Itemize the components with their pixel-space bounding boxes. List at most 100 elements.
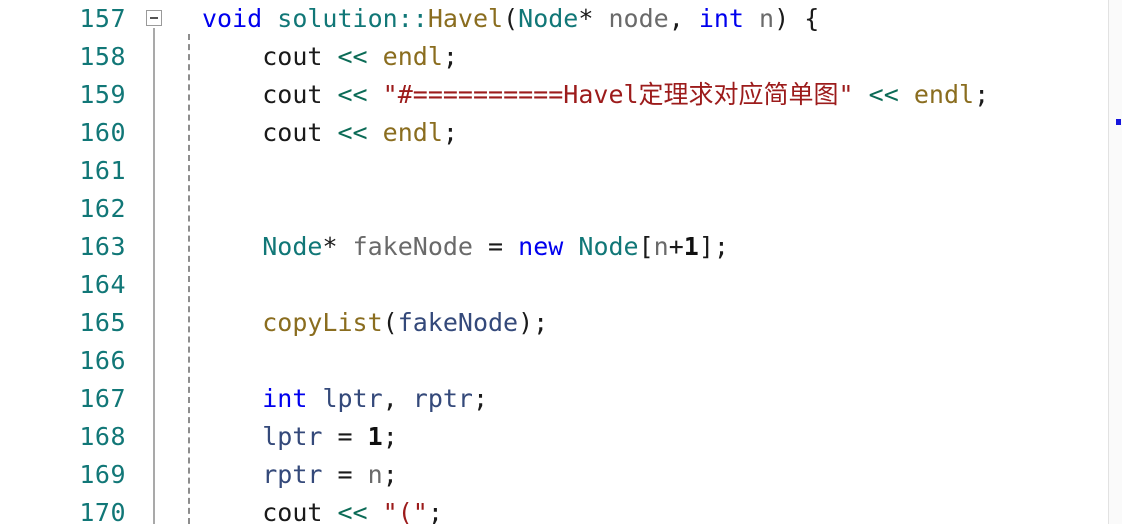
code-token: ( xyxy=(382,308,398,337)
code-line[interactable] xyxy=(172,342,1122,380)
line-number[interactable]: 166 xyxy=(0,342,140,380)
code-token: n xyxy=(759,4,775,33)
code-line[interactable]: cout << "("; xyxy=(172,494,1122,524)
code-token: 1 xyxy=(367,422,383,451)
code-token: 1 xyxy=(683,232,699,261)
code-token: rptr xyxy=(262,460,323,489)
code-line[interactable]: cout << endl; xyxy=(172,114,1122,152)
scrollbar-change-marker[interactable] xyxy=(1116,119,1121,125)
code-token: int xyxy=(698,4,744,33)
code-line[interactable]: cout << endl; xyxy=(172,38,1122,76)
code-line[interactable]: lptr = 1; xyxy=(172,418,1122,456)
code-token: rptr xyxy=(412,384,473,413)
line-number[interactable]: 162 xyxy=(0,190,140,228)
line-number[interactable]: 167 xyxy=(0,380,140,418)
code-token: ]; xyxy=(698,232,729,261)
code-token: cout xyxy=(262,498,323,524)
code-token: node xyxy=(608,4,669,33)
code-token: ; xyxy=(382,460,398,489)
code-line[interactable] xyxy=(172,152,1122,190)
code-token: ; xyxy=(974,80,990,109)
code-folding-gutter[interactable] xyxy=(140,0,172,524)
code-token: lptr xyxy=(322,384,383,413)
line-number[interactable]: 160 xyxy=(0,114,140,152)
code-token: * xyxy=(322,232,338,261)
line-number[interactable]: 168 xyxy=(0,418,140,456)
fold-collapse-minus-icon[interactable] xyxy=(146,10,162,26)
code-token: n xyxy=(367,460,383,489)
line-number[interactable]: 158 xyxy=(0,38,140,76)
code-token: << xyxy=(337,118,368,147)
code-token: copyList xyxy=(262,308,383,337)
code-token: << xyxy=(868,80,899,109)
code-token: + xyxy=(668,232,684,261)
line-number[interactable]: 161 xyxy=(0,152,140,190)
code-token: void xyxy=(202,4,263,33)
code-token: << xyxy=(337,42,368,71)
code-line[interactable]: rptr = n; xyxy=(172,456,1122,494)
code-editor[interactable]: 157 158 159 160 161 162 163 164 165 166 167 168 169 1… xyxy=(0,0,1122,527)
indent-guide xyxy=(188,34,190,524)
code-token: n xyxy=(653,232,669,261)
code-token: ) { xyxy=(774,4,820,33)
fold-region-guide xyxy=(153,28,155,524)
code-token: "(" xyxy=(382,498,428,524)
line-number-gutter[interactable]: 157 158 159 160 161 162 163 164 165 166 167 168 169 1… xyxy=(0,0,140,527)
code-token: endl xyxy=(913,80,975,109)
code-line[interactable]: void solution::Havel(Node* node, int n) … xyxy=(172,0,1122,38)
code-line[interactable]: cout << "#==========Havel定理求对应简单图" << en… xyxy=(172,76,1122,114)
code-line[interactable]: copyList(fakeNode); xyxy=(172,304,1122,342)
line-number[interactable]: 164 xyxy=(0,266,140,304)
code-line[interactable]: int lptr, rptr; xyxy=(172,380,1122,418)
code-token: ; xyxy=(442,42,458,71)
code-line[interactable] xyxy=(172,190,1122,228)
code-token: cout xyxy=(262,118,323,147)
line-number[interactable]: 169 xyxy=(0,456,140,494)
code-token: :: xyxy=(397,4,428,33)
code-token: fakeNode xyxy=(352,232,473,261)
code-content-area[interactable]: void solution::Havel(Node* node, int n) … xyxy=(172,0,1122,524)
line-number[interactable]: 165 xyxy=(0,304,140,342)
code-token: fakeNode xyxy=(397,308,519,337)
code-line[interactable] xyxy=(172,266,1122,304)
code-token: Havel xyxy=(427,4,504,33)
code-token: << xyxy=(337,80,368,109)
code-token: cout xyxy=(262,42,323,71)
code-token: solution xyxy=(277,4,398,33)
code-token: ( xyxy=(503,4,519,33)
line-number[interactable]: 170 xyxy=(0,494,140,532)
code-token: << xyxy=(337,498,368,524)
code-token: , xyxy=(382,384,413,413)
code-token: Node xyxy=(518,4,579,33)
line-number[interactable]: 159 xyxy=(0,76,140,114)
code-token: Node xyxy=(578,232,639,261)
code-token: int xyxy=(262,384,308,413)
line-number[interactable]: 157 xyxy=(0,0,140,38)
code-line[interactable]: Node* fakeNode = new Node[n+1]; xyxy=(172,228,1122,266)
vertical-scrollbar[interactable] xyxy=(1108,0,1122,524)
line-number[interactable]: 163 xyxy=(0,228,140,266)
code-token: ); xyxy=(518,308,549,337)
